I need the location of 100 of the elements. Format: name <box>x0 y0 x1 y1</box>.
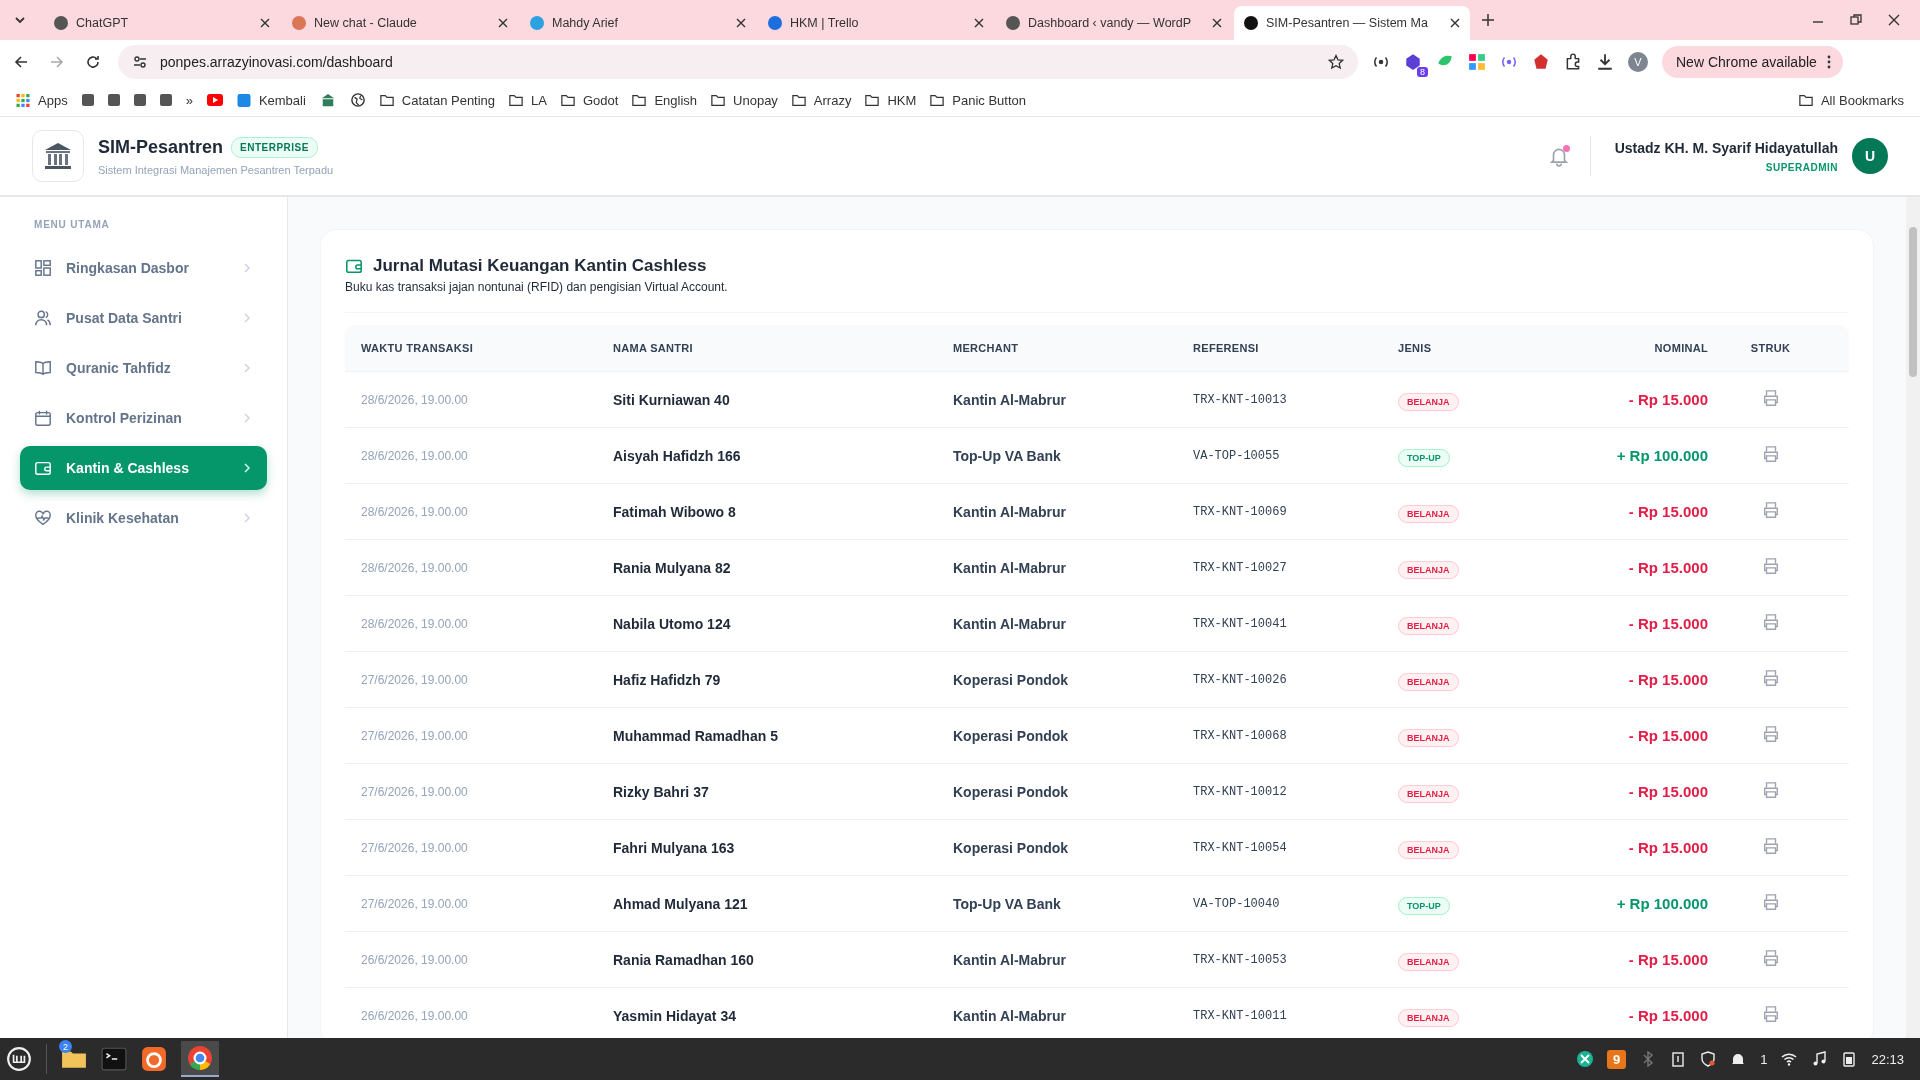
bookmark-icon[interactable] <box>81 94 94 106</box>
sidebar-item[interactable]: Kantin & Cashless <box>20 446 267 490</box>
restore-icon[interactable] <box>1850 14 1862 26</box>
sync-icon[interactable] <box>1577 1051 1593 1067</box>
bookmark-folder[interactable]: Unopay <box>711 92 778 108</box>
apps-bookmark[interactable]: Apps <box>16 92 68 108</box>
bookmark-folder[interactable]: Arrazy <box>791 92 852 108</box>
extension-icon[interactable] <box>1468 53 1486 71</box>
table-cell-text: TRX-KNT-10026 <box>1193 672 1288 687</box>
address-bar[interactable]: ponpes.arrazyinovasi.com/dashboard <box>118 45 1358 79</box>
sidebar-item[interactable]: Klinik Kesehatan <box>20 496 267 540</box>
table-cell-text: Kantin Al-Mabrur <box>953 503 1068 520</box>
update-button[interactable]: New Chrome available <box>1662 46 1843 78</box>
type-badge: TOP-UP <box>1398 896 1450 915</box>
terminal-icon[interactable] <box>101 1046 127 1072</box>
bookmark-folder[interactable]: English <box>632 92 698 108</box>
extension-icon[interactable] <box>1532 53 1550 71</box>
table-cell-text: Yasmin Hidayat 34 <box>613 1007 737 1024</box>
folder-icon <box>791 93 806 107</box>
close-window-icon[interactable] <box>1888 14 1900 26</box>
chrome-icon[interactable] <box>187 1045 213 1071</box>
browser-tab[interactable]: ChatGPT <box>44 6 280 40</box>
table-cell-text: 28/6/2026, 19.00.00 <box>361 560 469 575</box>
close-tab-icon[interactable] <box>1450 18 1460 28</box>
favicon-icon <box>1006 16 1020 30</box>
fox-icon[interactable] <box>141 1046 167 1072</box>
type-badge: BELANJA <box>1398 616 1459 635</box>
browser-tab[interactable]: Dashboard ‹ vandy — WordP <box>996 6 1232 40</box>
close-tab-icon[interactable] <box>498 18 508 28</box>
browser-tab[interactable]: New chat - Claude <box>282 6 518 40</box>
wifi-icon[interactable] <box>1781 1051 1798 1067</box>
back-icon[interactable] <box>13 54 29 70</box>
bell-icon[interactable] <box>1730 1051 1747 1067</box>
bookmark-folder[interactable]: HKM <box>865 92 917 108</box>
browser-tab[interactable]: Mahdy Arief <box>520 6 756 40</box>
sidebar-item[interactable]: Ringkasan Dasbor <box>20 246 267 290</box>
browser-tab[interactable]: HKM | Trello <box>758 6 994 40</box>
heart-icon <box>34 509 52 527</box>
type-badge: BELANJA <box>1398 728 1459 747</box>
more-icon[interactable] <box>1826 55 1831 69</box>
profile-avatar[interactable]: V <box>1628 52 1648 72</box>
table-cell-text: - Rp 15.000 <box>1627 503 1708 520</box>
notification-button[interactable] <box>1547 145 1570 167</box>
type-badge: BELANJA <box>1398 672 1459 691</box>
video-icon[interactable] <box>206 93 223 107</box>
close-tab-icon[interactable] <box>1212 18 1222 28</box>
site-icon <box>236 93 251 107</box>
all-bookmarks-folder[interactable]: All Bookmarks <box>1798 92 1904 108</box>
bookmark-folder[interactable]: Panic Button <box>930 92 1027 108</box>
sidebar-item[interactable]: Quranic Tahfidz <box>20 346 267 390</box>
site-settings-icon[interactable] <box>132 54 148 70</box>
folder-icon <box>561 93 575 107</box>
bookmark-link[interactable]: Kembali <box>236 92 306 108</box>
table-cell-text: TRX-KNT-10041 <box>1193 616 1288 631</box>
globe-icon[interactable] <box>349 93 366 107</box>
card-title: Jurnal Mutasi Keuangan Kantin Cashless <box>373 256 707 276</box>
table-cell-text: 28/6/2026, 19.00.00 <box>361 616 469 631</box>
bookmark-folder[interactable]: Godot <box>561 92 619 108</box>
table-cell-text: Aisyah Hafidzh 166 <box>613 447 742 464</box>
battery-icon[interactable] <box>1841 1051 1858 1067</box>
table-cell-text: - Rp 15.000 <box>1627 615 1708 632</box>
puzzle-icon[interactable] <box>1564 53 1582 71</box>
table-cell-text: Fahri Mulyana 163 <box>613 839 736 856</box>
bookmark-icon[interactable] <box>133 94 146 106</box>
user-avatar[interactable]: U <box>1852 138 1888 174</box>
reload-icon[interactable] <box>85 54 101 70</box>
sidebar-item[interactable]: Pusat Data Santri <box>20 296 267 340</box>
clock[interactable]: 22:13 <box>1871 1051 1904 1067</box>
type-badge: BELANJA <box>1398 840 1459 859</box>
users-icon <box>34 309 52 327</box>
bookmark-icon[interactable] <box>107 94 120 106</box>
close-tab-icon[interactable] <box>260 18 270 28</box>
more-bookmarks[interactable]: » <box>185 92 193 108</box>
table-cell-text: Kantin Al-Mabrur <box>953 951 1068 968</box>
bookmark-icon[interactable] <box>159 94 172 106</box>
shield-icon[interactable] <box>1700 1051 1717 1067</box>
grid-icon <box>34 259 52 277</box>
column-header: NAMA SANTRI <box>613 342 694 354</box>
menu-icon[interactable] <box>6 1046 32 1072</box>
new-tab-icon[interactable] <box>1482 14 1494 26</box>
clipboard-icon[interactable] <box>1670 1051 1687 1067</box>
scrollbar-thumb[interactable] <box>1909 227 1917 377</box>
sidebar-item[interactable]: Kontrol Perizinan <box>20 396 267 440</box>
table-cell-text: TRX-KNT-10054 <box>1193 840 1288 855</box>
extension-icon[interactable] <box>1404 53 1422 71</box>
music-icon[interactable] <box>1811 1051 1828 1067</box>
browser-tab[interactable]: SIM-Pesantren — Sistem Ma <box>1234 6 1470 40</box>
table-cell-text: - Rp 15.000 <box>1627 391 1708 408</box>
window-count-badge: 2 <box>59 1040 72 1053</box>
table-cell-text: Nabila Utomo 124 <box>613 615 732 632</box>
download-icon[interactable] <box>1596 53 1614 71</box>
app-title: SIM-Pesantren <box>98 136 224 158</box>
close-tab-icon[interactable] <box>736 18 746 28</box>
column-header: WAKTU TRANSAKSI <box>361 342 475 354</box>
star-icon[interactable] <box>1328 54 1344 70</box>
table-cell-text: Kantin Al-Mabrur <box>953 1007 1068 1024</box>
bookmark-folder[interactable]: Catatan Penting <box>379 92 496 108</box>
bookmark-folder[interactable]: LA <box>509 92 547 108</box>
table-cell-text: - Rp 15.000 <box>1627 727 1708 744</box>
close-tab-icon[interactable] <box>974 18 984 28</box>
